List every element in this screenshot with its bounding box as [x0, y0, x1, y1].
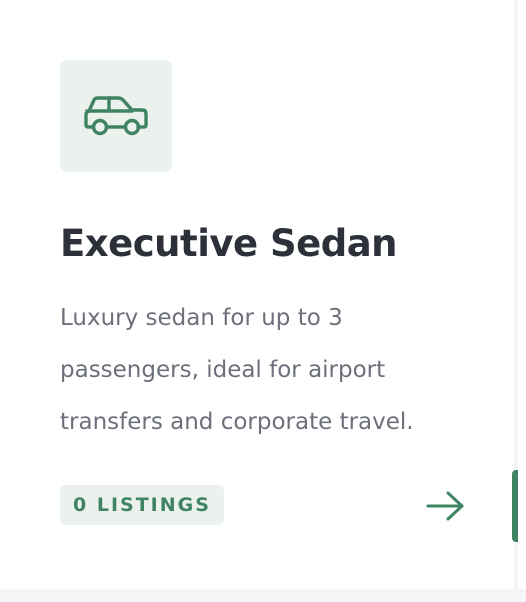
card-description: Luxury sedan for up to 3 passengers, ide…: [60, 305, 414, 435]
adjacent-card-edge: [518, 0, 526, 589]
car-icon: [84, 96, 148, 136]
adjacent-card-accent: [512, 470, 518, 542]
listings-count-badge: 0 LISTINGS: [60, 485, 224, 525]
category-card[interactable]: Executive Sedan Luxury sedan for up to 3…: [0, 0, 514, 589]
category-icon-tile: [60, 60, 172, 172]
card-title: Executive Sedan: [60, 222, 398, 265]
arrow-right-icon[interactable]: [424, 488, 466, 524]
